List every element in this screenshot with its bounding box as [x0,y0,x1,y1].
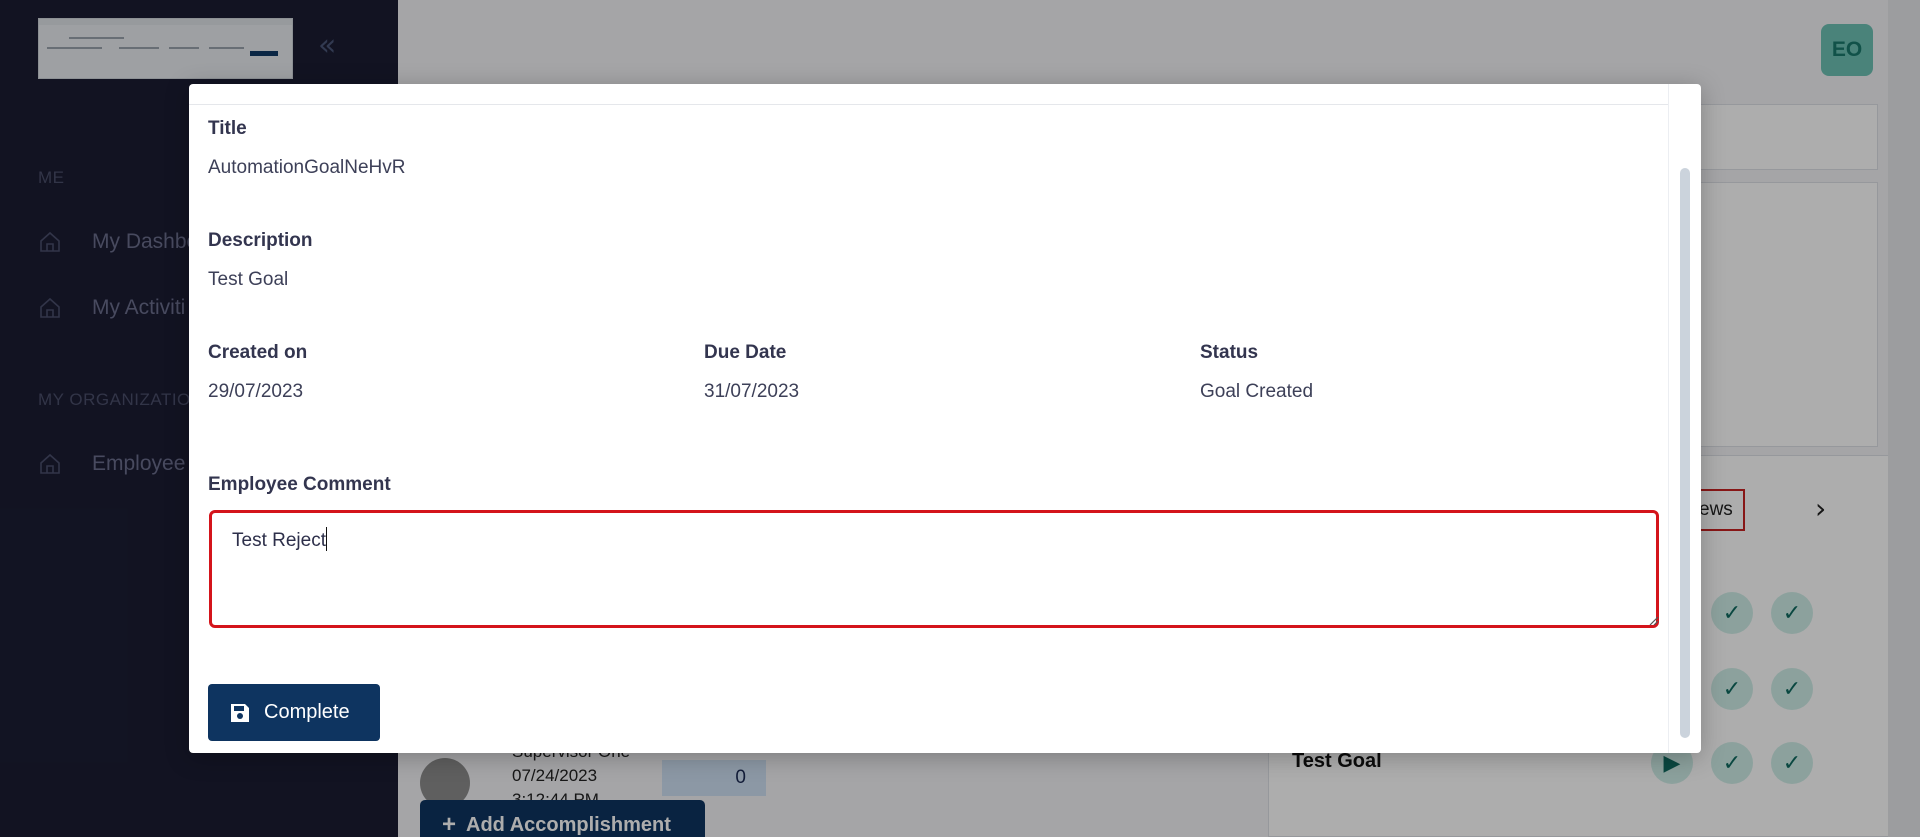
due-date-label: Due Date [704,342,787,363]
text-caret [325,527,327,551]
status-value: Goal Created [1200,381,1314,402]
complete-button[interactable]: Complete [208,684,380,741]
status-label: Status [1200,342,1259,363]
divider [189,104,1669,105]
divider [1668,84,1669,753]
created-on-label: Created on [208,342,308,363]
employee-comment-text: Test Reject [232,530,326,551]
description-value: Test Goal [208,269,289,290]
goal-detail-modal: Title AutomationGoalNeHvR Description Te… [189,84,1701,753]
employee-comment-textarea[interactable]: Test Reject [209,510,1659,628]
created-on-value: 29/07/2023 [208,381,304,402]
title-value: AutomationGoalNeHvR [208,157,406,178]
title-label: Title [208,118,247,139]
employee-comment-label: Employee Comment [208,474,391,495]
description-label: Description [208,230,313,251]
resize-grip-icon[interactable] [1647,614,1659,626]
complete-button-label: Complete [264,701,350,723]
save-icon [231,703,249,722]
due-date-value: 31/07/2023 [704,381,800,402]
modal-scrollbar[interactable] [1680,168,1690,738]
